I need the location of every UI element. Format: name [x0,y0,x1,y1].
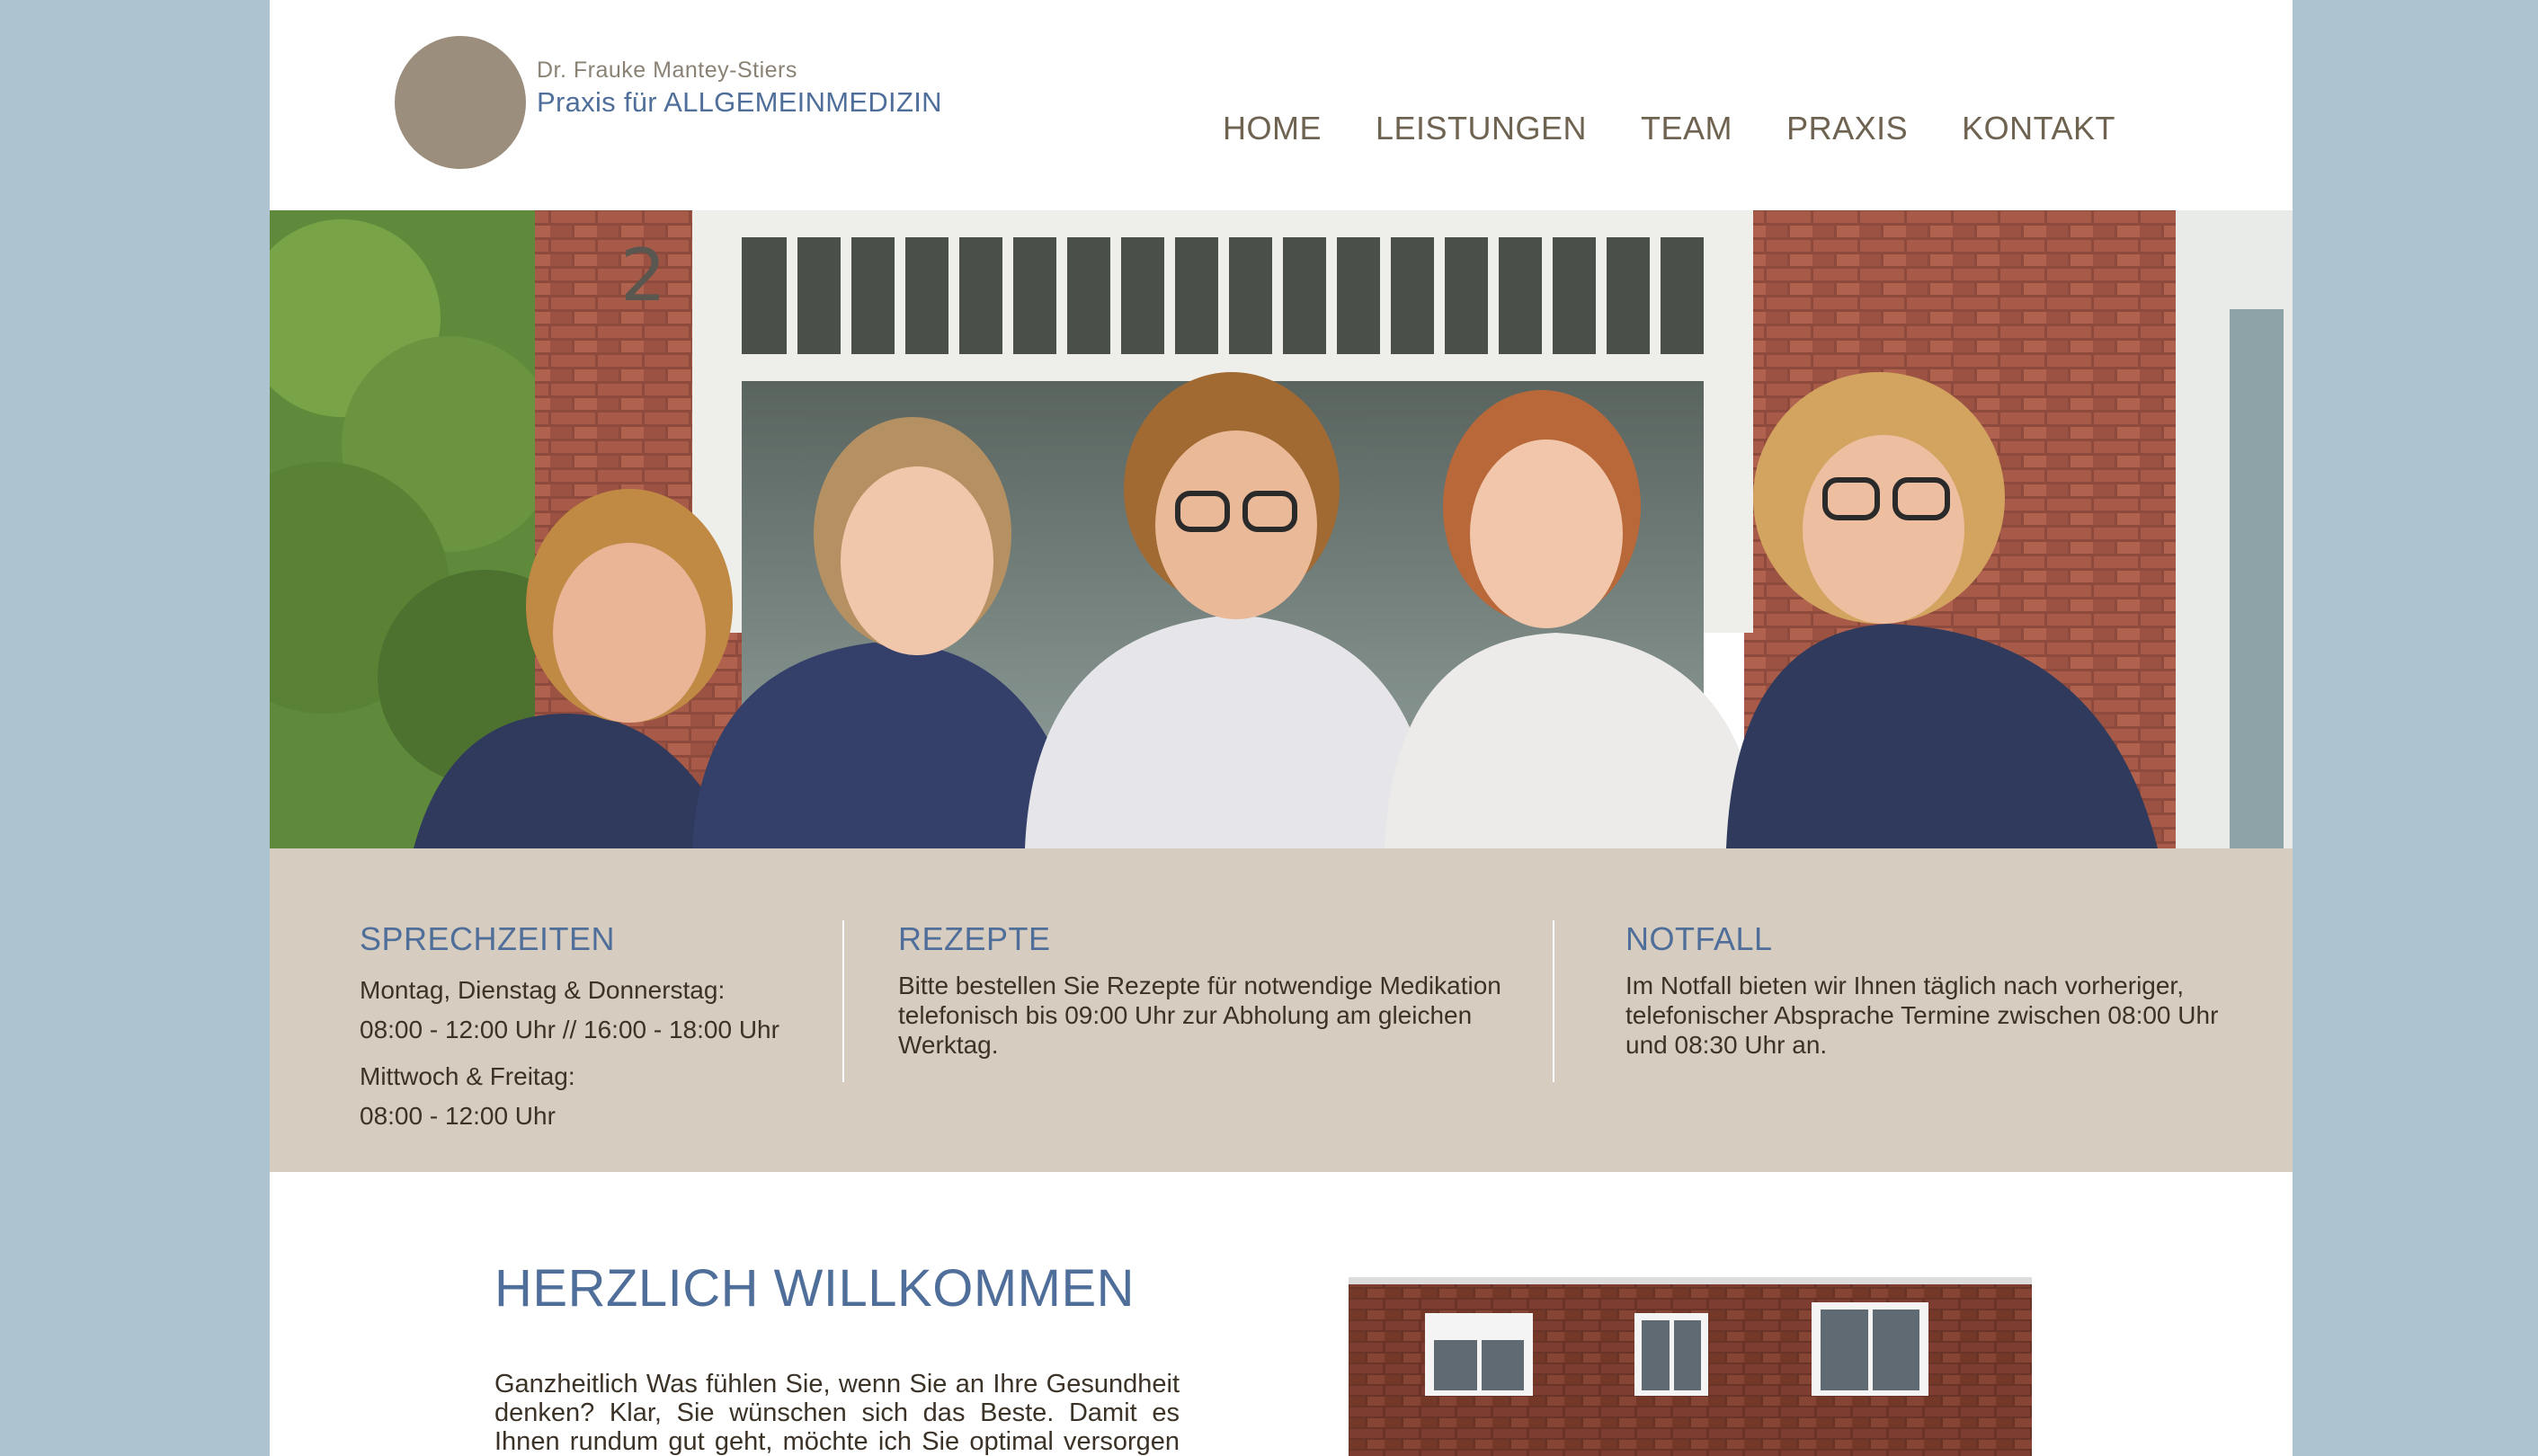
hero-team-photo: 2 [270,210,2293,848]
house-number: 2 [620,234,666,317]
team-photo-illustration: 2 [270,210,2293,848]
logo-circle[interactable] [395,36,526,169]
nav-home[interactable]: HOME [1223,110,1322,147]
column-divider [842,920,844,1082]
info-band: SPRECHZEITEN Montag, Dienstag & Donnerst… [270,848,2293,1172]
page: Dr. Frauke Mantey-Stiers Praxis für ALLG… [270,0,2293,1456]
nav-kontakt[interactable]: KONTAKT [1962,110,2115,147]
welcome-title: HERZLICH WILLKOMMEN [494,1259,1135,1318]
notfall-text: Im Notfall bieten wir Ihnen täglich nach… [1625,972,2219,1059]
sprechzeiten-block: SPRECHZEITEN Montag, Dienstag & Donnerst… [360,920,827,1136]
logo-practice-name[interactable]: Praxis für ALLGEMEINMEDIZIN [537,86,942,119]
building-illustration [1349,1277,2032,1456]
nav-team[interactable]: TEAM [1641,110,1732,147]
logo-doctor-name[interactable]: Dr. Frauke Mantey-Stiers [537,58,797,84]
nav-leistungen[interactable]: LEISTUNGEN [1376,110,1587,147]
building-photo [1349,1277,2032,1456]
main-nav: HOME LEISTUNGEN TEAM PRAXIS KONTAKT [1223,110,2115,147]
sprechzeiten-line: Mittwoch & Freitag: [360,1062,575,1090]
notfall-block: NOTFALL Im Notfall bieten wir Ihnen tägl… [1625,920,2255,1060]
notfall-title: NOTFALL [1625,920,1773,957]
rezepte-text: Bitte bestellen Sie Rezepte für notwendi… [898,972,1501,1059]
sprechzeiten-line: Montag, Dienstag & Donnerstag: [360,976,726,1004]
welcome-text: Ganzheitlich Was fühlen Sie, wenn Sie an… [494,1370,1180,1456]
rezepte-block: REZEPTE Bitte bestellen Sie Rezepte für … [898,920,1509,1060]
site-header: Dr. Frauke Mantey-Stiers Praxis für ALLG… [270,0,2293,210]
sprechzeiten-line: 08:00 - 12:00 Uhr // 16:00 - 18:00 Uhr [360,1016,779,1043]
sprechzeiten-line: 08:00 - 12:00 Uhr [360,1102,556,1130]
nav-praxis[interactable]: PRAXIS [1786,110,1908,147]
sprechzeiten-title: SPRECHZEITEN [360,920,616,957]
rezepte-title: REZEPTE [898,920,1051,957]
column-divider [1553,920,1554,1082]
